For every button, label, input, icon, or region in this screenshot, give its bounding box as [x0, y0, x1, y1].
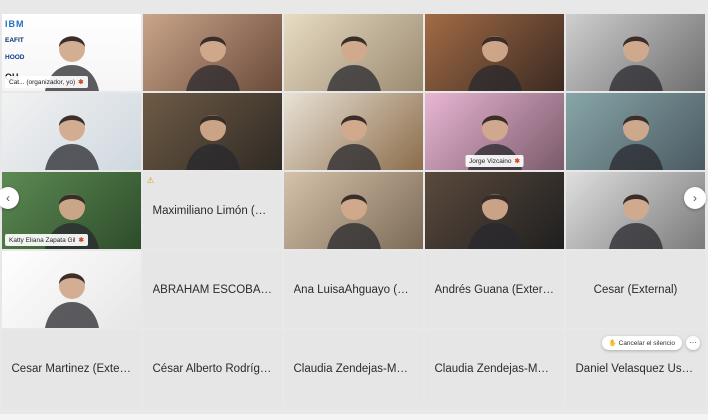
participant-video-tile — [566, 93, 705, 170]
participant-video-tile — [143, 93, 282, 170]
participant-tile-name-only: César Alberto Rodrígu... — [143, 330, 282, 407]
participant-name: Claudia Zendejas-Mor... — [293, 362, 414, 375]
participant-name: Jorge Vizcaino — [469, 158, 512, 165]
mic-muted-icon: ✱ — [514, 158, 520, 165]
participant-tile-name-only: Claudia Zendejas-Mor... — [425, 330, 564, 407]
participant-tile-name-only: ABRAHAM ESCOBAR... — [143, 251, 282, 328]
participant-video-tile — [425, 172, 564, 249]
participant-name: Claudia Zendejas-Mor... — [434, 362, 555, 375]
participant-grid: IBMEAFITHOODQHCat... (organizador, yo)✱J… — [0, 14, 708, 407]
participant-silhouette — [326, 115, 381, 170]
more-icon: ⋯ — [689, 338, 697, 347]
participant-tile-name-only: Cesar Martinez (Exter... — [2, 330, 141, 407]
participant-tile-name-only: Cesar (External) — [566, 251, 705, 328]
participant-silhouette — [44, 273, 99, 328]
participant-silhouette — [185, 36, 240, 91]
participant-tile-name-only: Claudia Zendejas-Mor... — [284, 330, 423, 407]
mic-muted-icon: ✱ — [78, 237, 84, 244]
participant-tile-name-only: Andrés Guana (Extern... — [425, 251, 564, 328]
mic-muted-icon: ✱ — [78, 79, 84, 86]
participant-name: Andrés Guana (Extern... — [434, 283, 555, 296]
participant-silhouette — [608, 115, 663, 170]
participant-video-tile — [2, 93, 141, 170]
participant-silhouette — [326, 36, 381, 91]
chevron-left-icon: ‹ — [6, 191, 10, 205]
participant-video-tile — [284, 172, 423, 249]
bottom-strip — [0, 414, 708, 420]
participant-name: Ana LuisaAhguayo (Ex... — [293, 283, 414, 296]
participant-video-tile — [284, 93, 423, 170]
unmute-label: Cancelar el silencio — [618, 340, 675, 347]
participant-name-chip: Jorge Vizcaino ✱ — [465, 155, 524, 167]
participant-name: Daniel Velasquez Usu... — [575, 362, 696, 375]
hood-logo: HOOD — [5, 54, 25, 61]
participant-silhouette — [608, 36, 663, 91]
participant-silhouette — [326, 194, 381, 249]
participant-video-tile: Katty Eliana Zapata Gil ✱ — [2, 172, 141, 249]
participant-tile-name-only: Maximiliano Limón (Ex... ⚠ — [143, 172, 282, 249]
participant-name: ABRAHAM ESCOBAR... — [152, 283, 273, 296]
participant-silhouette — [467, 36, 522, 91]
participant-video-tile: Jorge Vizcaino ✱ — [425, 93, 564, 170]
warning-icon: ⚠ — [147, 176, 155, 185]
ibm-logo: IBM — [5, 19, 25, 29]
unmute-button[interactable]: ✋ Cancelar el silencio — [601, 336, 682, 350]
participant-name: Maximiliano Limón (Ex... — [152, 204, 273, 217]
participant-name: Cesar (External) — [593, 283, 678, 296]
participant-silhouette — [467, 194, 522, 249]
participant-name: Cat... (organizador, yo) — [9, 79, 76, 86]
participant-video-tile — [284, 14, 423, 91]
participant-tile-name-only: Ana LuisaAhguayo (Ex... — [284, 251, 423, 328]
more-options-button[interactable]: ⋯ — [686, 336, 700, 350]
next-page-button[interactable]: › — [684, 187, 706, 209]
participant-silhouette — [608, 194, 663, 249]
participant-name: Cesar Martinez (Exter... — [11, 362, 132, 375]
participant-video-tile — [2, 251, 141, 328]
participant-video-tile — [143, 14, 282, 91]
participant-name-chip: Katty Eliana Zapata Gil ✱ — [5, 234, 88, 246]
participant-silhouette — [185, 115, 240, 170]
hand-icon: ✋ — [608, 340, 617, 347]
participant-video-tile — [566, 172, 705, 249]
participant-silhouette — [44, 115, 99, 170]
participant-video-tile — [425, 14, 564, 91]
participant-name: Katty Eliana Zapata Gil — [9, 237, 76, 244]
participant-video-tile: IBMEAFITHOODQHCat... (organizador, yo)✱ — [2, 14, 141, 91]
participant-name: César Alberto Rodrígu... — [152, 362, 273, 375]
eafit-logo: EAFIT — [5, 37, 24, 44]
participant-video-tile — [566, 14, 705, 91]
chevron-right-icon: › — [693, 191, 697, 205]
participant-name-chip: Cat... (organizador, yo) ✱ — [5, 76, 88, 88]
